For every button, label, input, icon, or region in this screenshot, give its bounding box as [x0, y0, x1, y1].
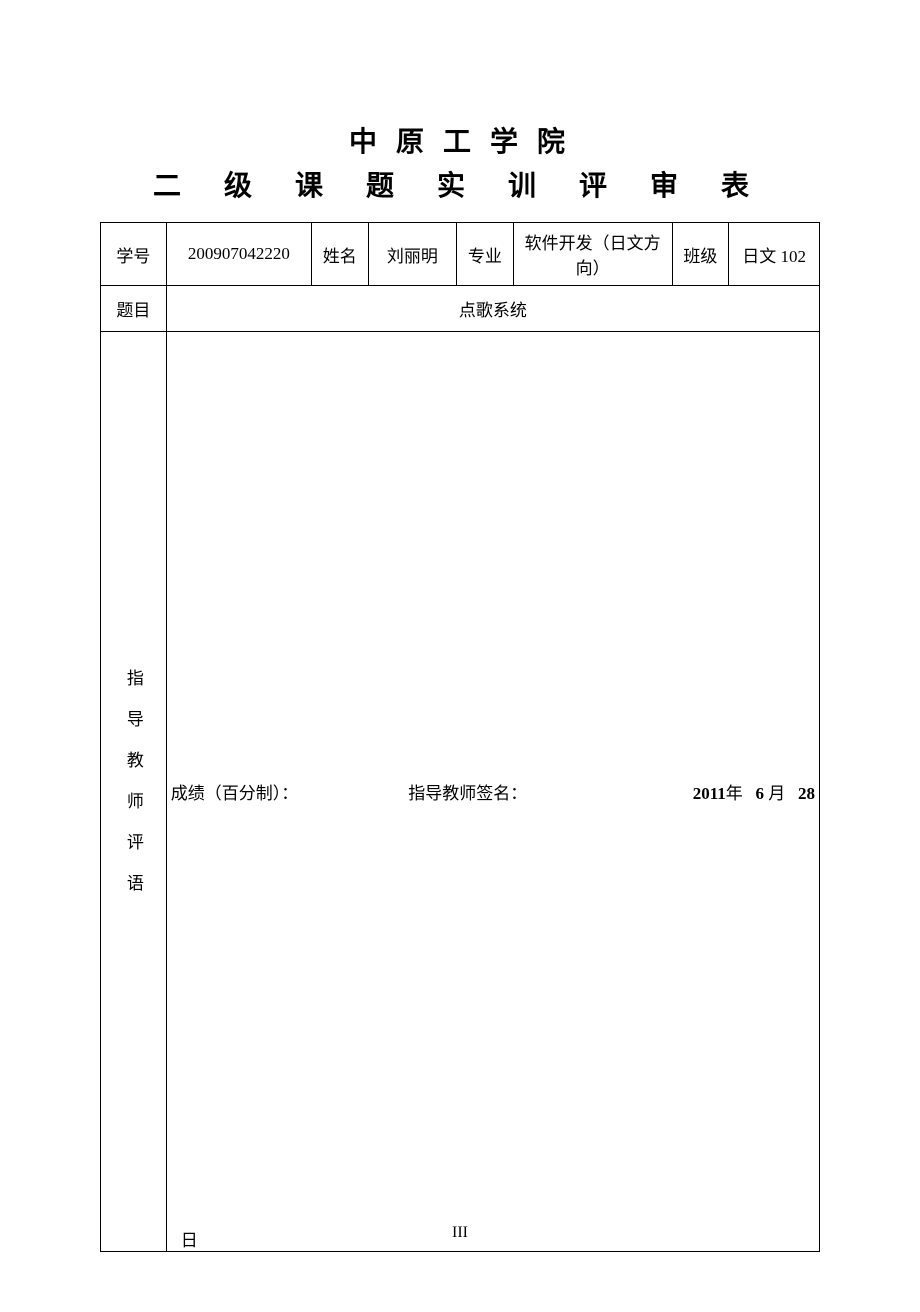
evaluation-form-table: 学号 200907042220 姓名 刘丽明 专业 软件开发（日文方向） 班级 … [100, 222, 820, 1252]
month-char: 月 [768, 784, 785, 803]
form-title: 二 级 课 题 实 训 评 审 表 [100, 164, 820, 204]
month-value: 6 [756, 784, 765, 803]
score-label: 成绩（百分制）： [171, 779, 299, 804]
institution-name: 中 原 工 学 院 [100, 120, 820, 160]
class-value: 日文 102 [729, 223, 820, 286]
class-label: 班级 [672, 223, 729, 286]
title-block: 中 原 工 学 院 二 级 课 题 实 训 评 审 表 [100, 120, 820, 204]
page-container: 中 原 工 学 院 二 级 课 题 实 训 评 审 表 学号 200907042… [0, 0, 920, 1312]
day-value: 28 [798, 784, 815, 803]
topic-value: 点歌系统 [166, 286, 819, 332]
date-display: 2011年 6 月 28 [693, 779, 815, 804]
topic-label: 题目 [101, 286, 167, 332]
student-id-value: 200907042220 [166, 223, 311, 286]
comments-row: 指导教师评语 成绩（百分制）： 指导教师签名： 2011年 6 月 28 日 [101, 332, 820, 1252]
name-value: 刘丽明 [368, 223, 456, 286]
year-value: 2011 [693, 784, 726, 803]
info-row: 学号 200907042220 姓名 刘丽明 专业 软件开发（日文方向） 班级 … [101, 223, 820, 286]
year-char: 年 [726, 784, 743, 803]
page-number: III [0, 1224, 920, 1242]
student-id-label: 学号 [101, 223, 167, 286]
advisor-comments-cell: 成绩（百分制）： 指导教师签名： 2011年 6 月 28 日 [166, 332, 819, 1252]
name-label: 姓名 [311, 223, 368, 286]
footer-line: 成绩（百分制）： 指导教师签名： 2011年 6 月 28 [171, 779, 815, 804]
major-label: 专业 [457, 223, 514, 286]
topic-row: 题目 点歌系统 [101, 286, 820, 332]
signature-label: 指导教师签名： [408, 779, 527, 804]
major-value: 软件开发（日文方向） [513, 223, 672, 286]
advisor-comments-label: 指导教师评语 [101, 332, 167, 1252]
